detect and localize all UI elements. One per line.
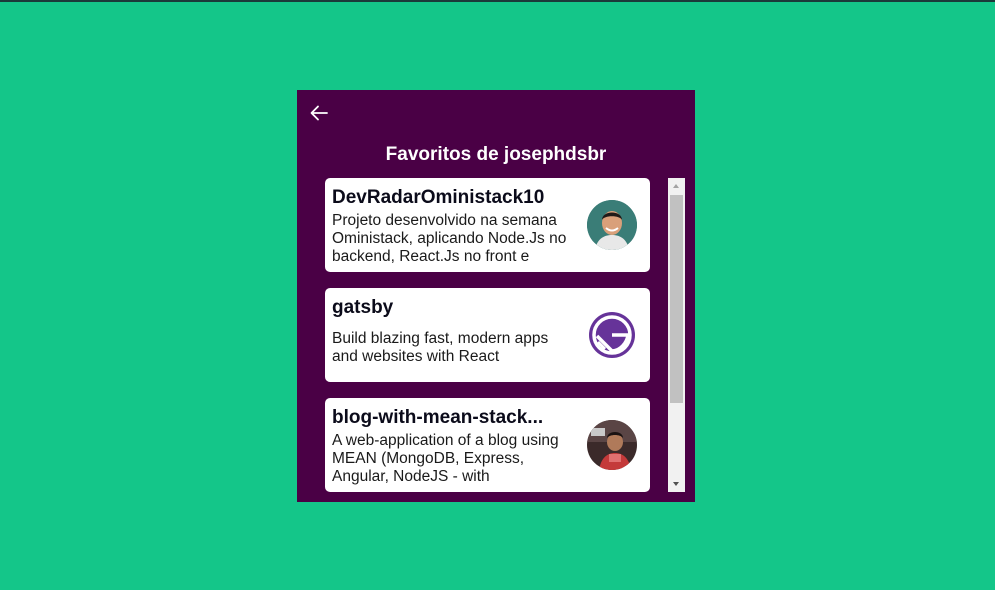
window-top-border [0, 0, 995, 2]
repo-card[interactable]: blog-with-mean-stack... A web-applicatio… [325, 398, 650, 492]
scroll-down-arrow-icon[interactable] [668, 475, 685, 492]
repo-description: Projeto desenvolvido na semana Oministac… [332, 212, 567, 265]
vertical-scrollbar[interactable] [668, 178, 685, 492]
gatsby-logo-icon [587, 310, 637, 360]
back-button[interactable] [307, 101, 331, 125]
favorites-list[interactable]: DevRadarOministack10 Projeto desenvolvid… [325, 178, 650, 492]
repo-card[interactable]: gatsby Build blazing fast, modern apps a… [325, 288, 650, 382]
repo-card[interactable]: DevRadarOministack10 Projeto desenvolvid… [325, 178, 650, 272]
repo-name: blog-with-mean-stack... [332, 407, 544, 428]
user-avatar [587, 200, 637, 250]
repo-description: A web-application of a blog using MEAN (… [332, 432, 559, 485]
repo-name: gatsby [332, 297, 394, 318]
user-avatar [587, 420, 637, 470]
repo-name: DevRadarOministack10 [332, 187, 545, 208]
scroll-thumb[interactable] [670, 195, 683, 403]
scroll-up-arrow-icon[interactable] [668, 178, 685, 195]
arrow-left-icon [307, 101, 331, 125]
page-title: Favoritos de josephdsbr [385, 144, 607, 165]
favorites-panel: Favoritos de josephdsbr DevRadarOminista… [297, 90, 695, 502]
repo-description: Build blazing fast, modern apps and webs… [332, 330, 549, 365]
